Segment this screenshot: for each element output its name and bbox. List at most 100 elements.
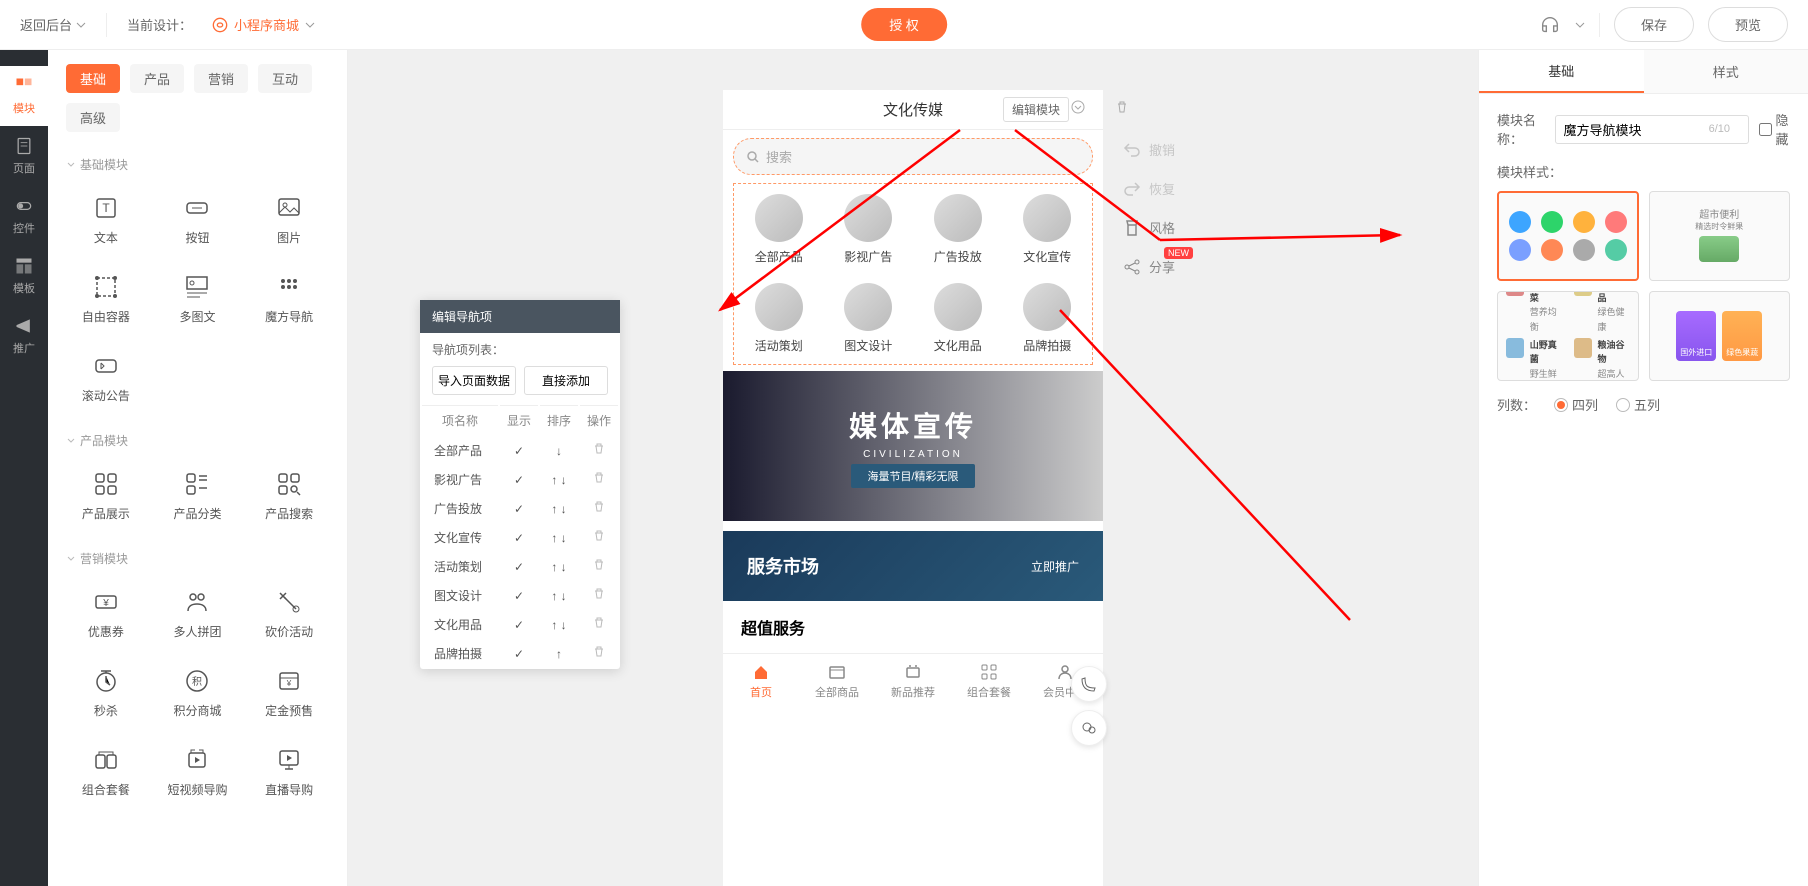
visible-toggle[interactable]: ✓ <box>500 640 538 667</box>
sidebar-modules[interactable]: 模块 <box>0 66 48 126</box>
tab-interact[interactable]: 互动 <box>258 64 312 93</box>
tabbar-item[interactable]: 组合套餐 <box>951 654 1027 709</box>
module-自由容器[interactable]: 自由容器 <box>62 264 150 335</box>
tab-basic[interactable]: 基础 <box>66 64 120 93</box>
delete-row[interactable] <box>580 611 618 638</box>
sort-arrows[interactable]: ↑ ↓ <box>540 611 578 638</box>
support-icon[interactable] <box>1539 14 1561 36</box>
module-砍价活动[interactable]: 砍价活动 <box>245 579 333 650</box>
nav-item[interactable]: 图文设计 <box>828 283 910 354</box>
chevron-down-icon[interactable] <box>1575 20 1585 30</box>
phone-float-button[interactable] <box>1071 666 1107 702</box>
visible-toggle[interactable]: ✓ <box>500 524 538 551</box>
radio-4col[interactable]: 四列 <box>1554 395 1598 414</box>
module-优惠券[interactable]: ¥优惠券 <box>62 579 150 650</box>
module-产品搜索[interactable]: 产品搜索 <box>245 461 333 532</box>
nav-item[interactable]: 文化宣传 <box>1007 194 1089 265</box>
sidebar-controls[interactable]: 控件 <box>0 186 48 246</box>
style-option-4[interactable]: 国外进口 绿色果蔬 <box>1649 291 1791 381</box>
sort-arrows[interactable]: ↓ <box>540 437 578 464</box>
save-button[interactable]: 保存 <box>1614 7 1694 42</box>
nav-item[interactable]: 活动策划 <box>738 283 820 354</box>
delete-row[interactable] <box>580 553 618 580</box>
share-button[interactable]: 分享 NEW <box>1123 257 1175 276</box>
module-秒杀[interactable]: 秒杀 <box>62 658 150 729</box>
delete-row[interactable] <box>580 495 618 522</box>
sidebar-templates[interactable]: 模板 <box>0 246 48 306</box>
module-定金预售[interactable]: ¥定金预售 <box>245 658 333 729</box>
props-tab-basic[interactable]: 基础 <box>1479 50 1644 93</box>
tabbar-item[interactable]: 新品推荐 <box>875 654 951 709</box>
visible-toggle[interactable]: ✓ <box>500 611 538 638</box>
sort-arrows[interactable]: ↑ <box>540 640 578 667</box>
module-图片[interactable]: 图片 <box>245 185 333 256</box>
style-option-2[interactable]: 超市便利精选时令鲜果 <box>1649 191 1791 281</box>
nav-item[interactable]: 广告投放 <box>917 194 999 265</box>
nav-item[interactable]: 文化用品 <box>917 283 999 354</box>
visible-toggle[interactable]: ✓ <box>500 582 538 609</box>
undo-button[interactable]: 撤销 <box>1123 140 1175 159</box>
module-多人拼团[interactable]: 多人拼团 <box>154 579 242 650</box>
authorize-button[interactable]: 授 权 <box>861 8 947 41</box>
props-tab-style[interactable]: 样式 <box>1644 50 1808 93</box>
module-文本[interactable]: T文本 <box>62 185 150 256</box>
edit-module-button[interactable]: 编辑模块 <box>1003 97 1069 122</box>
module-积分商城[interactable]: 积积分商城 <box>154 658 242 729</box>
search-bar[interactable]: 搜索 <box>733 138 1093 175</box>
import-page-data-button[interactable]: 导入页面数据 <box>432 366 516 395</box>
main-sidebar: 模块 页面 控件 模板 推广 <box>0 50 48 886</box>
delete-row[interactable] <box>580 524 618 551</box>
add-directly-button[interactable]: 直接添加 <box>524 366 608 395</box>
nav-row: 图文设计✓↑ ↓ <box>422 582 618 609</box>
sort-arrows[interactable]: ↑ ↓ <box>540 582 578 609</box>
section-title: 营销模块 <box>48 536 347 575</box>
nav-item[interactable]: 影视广告 <box>828 194 910 265</box>
preview-button[interactable]: 预览 <box>1708 7 1788 42</box>
hide-checkbox[interactable]: 隐藏 <box>1759 110 1790 148</box>
service-banner[interactable]: 服务市场 立即推广 <box>723 531 1103 601</box>
expand-icon[interactable] <box>1071 100 1085 119</box>
redo-button[interactable]: 恢复 <box>1123 179 1175 198</box>
module-多图文[interactable]: 多图文 <box>154 264 242 335</box>
sort-arrows[interactable]: ↑ ↓ <box>540 495 578 522</box>
module-产品分类[interactable]: 产品分类 <box>154 461 242 532</box>
radio-5col[interactable]: 五列 <box>1616 395 1660 414</box>
module-滚动公告[interactable]: 滚动公告 <box>62 343 150 414</box>
visible-toggle[interactable]: ✓ <box>500 466 538 493</box>
module-直播导购[interactable]: 直播导购 <box>245 737 333 808</box>
style-option-3[interactable]: 农家蔬菜营养均衡家禽蛋品绿色健康 山野真菌野生鲜活粮油谷物超高人气 <box>1497 291 1639 381</box>
style-option-1[interactable] <box>1497 191 1639 281</box>
delete-row[interactable] <box>580 437 618 464</box>
module-组合套餐[interactable]: 组合套餐 <box>62 737 150 808</box>
delete-row[interactable] <box>580 466 618 493</box>
visible-toggle[interactable]: ✓ <box>500 553 538 580</box>
control-icon <box>14 196 34 216</box>
wechat-float-button[interactable] <box>1071 710 1107 746</box>
tabbar-item[interactable]: 全部商品 <box>799 654 875 709</box>
module-魔方导航[interactable]: 魔方导航 <box>245 264 333 335</box>
tab-product[interactable]: 产品 <box>130 64 184 93</box>
design-selector[interactable]: 小程序商城 <box>212 15 315 34</box>
delete-row[interactable] <box>580 582 618 609</box>
nav-item[interactable]: 全部产品 <box>738 194 820 265</box>
delete-icon[interactable] <box>1115 100 1129 119</box>
tab-marketing[interactable]: 营销 <box>194 64 248 93</box>
back-to-admin[interactable]: 返回后台 <box>20 15 86 34</box>
nav-item[interactable]: 品牌拍摄 <box>1007 283 1089 354</box>
sort-arrows[interactable]: ↑ ↓ <box>540 553 578 580</box>
visible-toggle[interactable]: ✓ <box>500 495 538 522</box>
sort-arrows[interactable]: ↑ ↓ <box>540 466 578 493</box>
magic-nav-module[interactable]: 全部产品影视广告广告投放文化宣传活动策划图文设计文化用品品牌拍摄 <box>733 183 1093 365</box>
delete-row[interactable] <box>580 640 618 667</box>
module-产品展示[interactable]: 产品展示 <box>62 461 150 532</box>
visible-toggle[interactable]: ✓ <box>500 437 538 464</box>
sidebar-pages[interactable]: 页面 <box>0 126 48 186</box>
sidebar-promote[interactable]: 推广 <box>0 306 48 366</box>
module-短视频导购[interactable]: 短视频导购 <box>154 737 242 808</box>
module-按钮[interactable]: 按钮 <box>154 185 242 256</box>
tabbar-item[interactable]: 首页 <box>723 654 799 709</box>
media-banner[interactable]: 媒体宣传 CIVILIZATION 海量节目/精彩无限 <box>723 371 1103 521</box>
style-button[interactable]: 风格 <box>1123 218 1175 237</box>
sort-arrows[interactable]: ↑ ↓ <box>540 524 578 551</box>
tab-advanced[interactable]: 高级 <box>66 103 120 132</box>
